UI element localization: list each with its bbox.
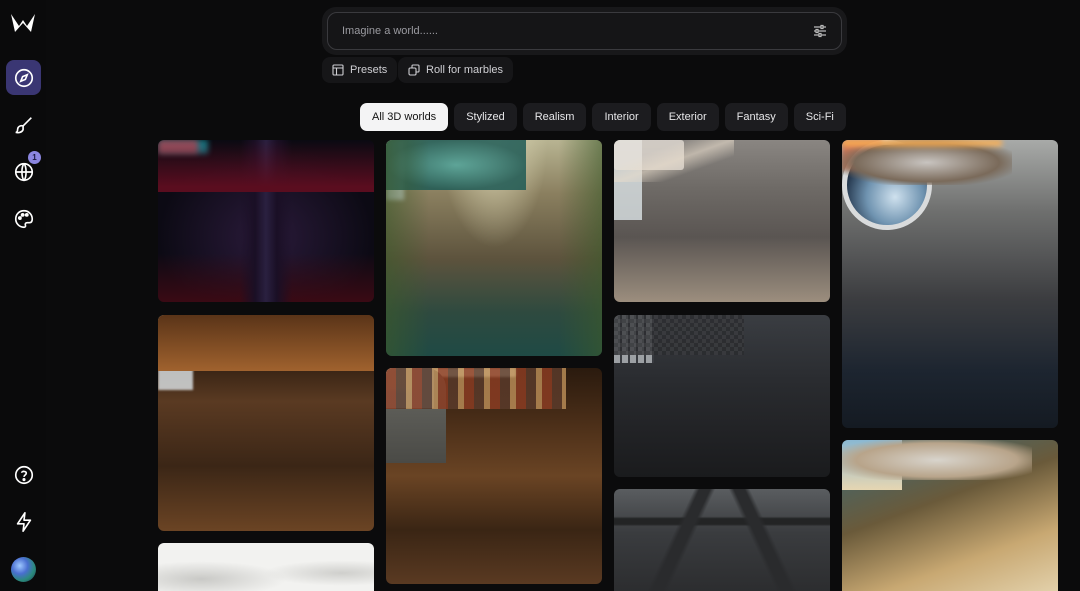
upgrade-button[interactable] bbox=[6, 504, 41, 539]
sidebar: 1 bbox=[0, 0, 46, 591]
tab-sci-fi[interactable]: Sci-Fi bbox=[793, 103, 846, 131]
globe-icon bbox=[14, 162, 33, 181]
compass-icon bbox=[14, 68, 33, 87]
tab-fantasy[interactable]: Fantasy bbox=[724, 103, 788, 131]
world-card-whimsical-bedroom[interactable] bbox=[842, 440, 1058, 591]
world-card-beamed-ceiling[interactable] bbox=[614, 489, 830, 591]
tab-stylized[interactable]: Stylized bbox=[454, 103, 517, 131]
logo-icon[interactable] bbox=[10, 12, 36, 34]
avatar[interactable] bbox=[11, 557, 36, 582]
notification-badge: 1 bbox=[28, 151, 41, 164]
layout-icon bbox=[332, 64, 344, 76]
world-card-neon-alley[interactable] bbox=[158, 140, 374, 302]
nav-styles[interactable] bbox=[6, 201, 41, 236]
world-card-sketch[interactable] bbox=[158, 543, 374, 591]
presets-label: Presets bbox=[350, 64, 388, 76]
nav-explore[interactable] bbox=[6, 60, 41, 95]
brush-icon bbox=[14, 116, 32, 133]
tab-realism[interactable]: Realism bbox=[522, 103, 587, 131]
roll-marbles-label: Roll for marbles bbox=[426, 64, 504, 76]
world-card-cave-bedroom[interactable] bbox=[614, 140, 830, 302]
tab-all-3d-worlds[interactable]: All 3D worlds bbox=[360, 103, 449, 131]
prompt-panel bbox=[322, 7, 847, 55]
help-icon bbox=[14, 465, 33, 484]
sliders-icon[interactable] bbox=[813, 24, 827, 38]
world-card-ruined-waterfall[interactable] bbox=[386, 140, 602, 356]
world-card-spaceship-bedroom[interactable] bbox=[842, 140, 1058, 428]
world-card-log-cabin[interactable] bbox=[386, 368, 602, 584]
tab-interior[interactable]: Interior bbox=[592, 103, 651, 131]
tab-exterior[interactable]: Exterior bbox=[656, 103, 719, 131]
world-card-dark-parlor[interactable] bbox=[614, 315, 830, 477]
palette-icon bbox=[14, 209, 33, 228]
dice-icon bbox=[408, 64, 420, 76]
presets-button[interactable]: Presets bbox=[322, 57, 398, 83]
nav-create[interactable] bbox=[6, 107, 41, 142]
roll-marbles-button[interactable]: Roll for marbles bbox=[398, 57, 514, 83]
lightning-icon bbox=[16, 511, 31, 532]
prompt-input[interactable] bbox=[342, 25, 813, 37]
category-tabs: All 3D worlds Stylized Realism Interior … bbox=[360, 103, 846, 131]
help-button[interactable] bbox=[6, 457, 41, 492]
world-card-wooden-kitchen[interactable] bbox=[158, 315, 374, 531]
prompt-box bbox=[327, 12, 842, 50]
nav-worlds[interactable]: 1 bbox=[6, 151, 41, 189]
